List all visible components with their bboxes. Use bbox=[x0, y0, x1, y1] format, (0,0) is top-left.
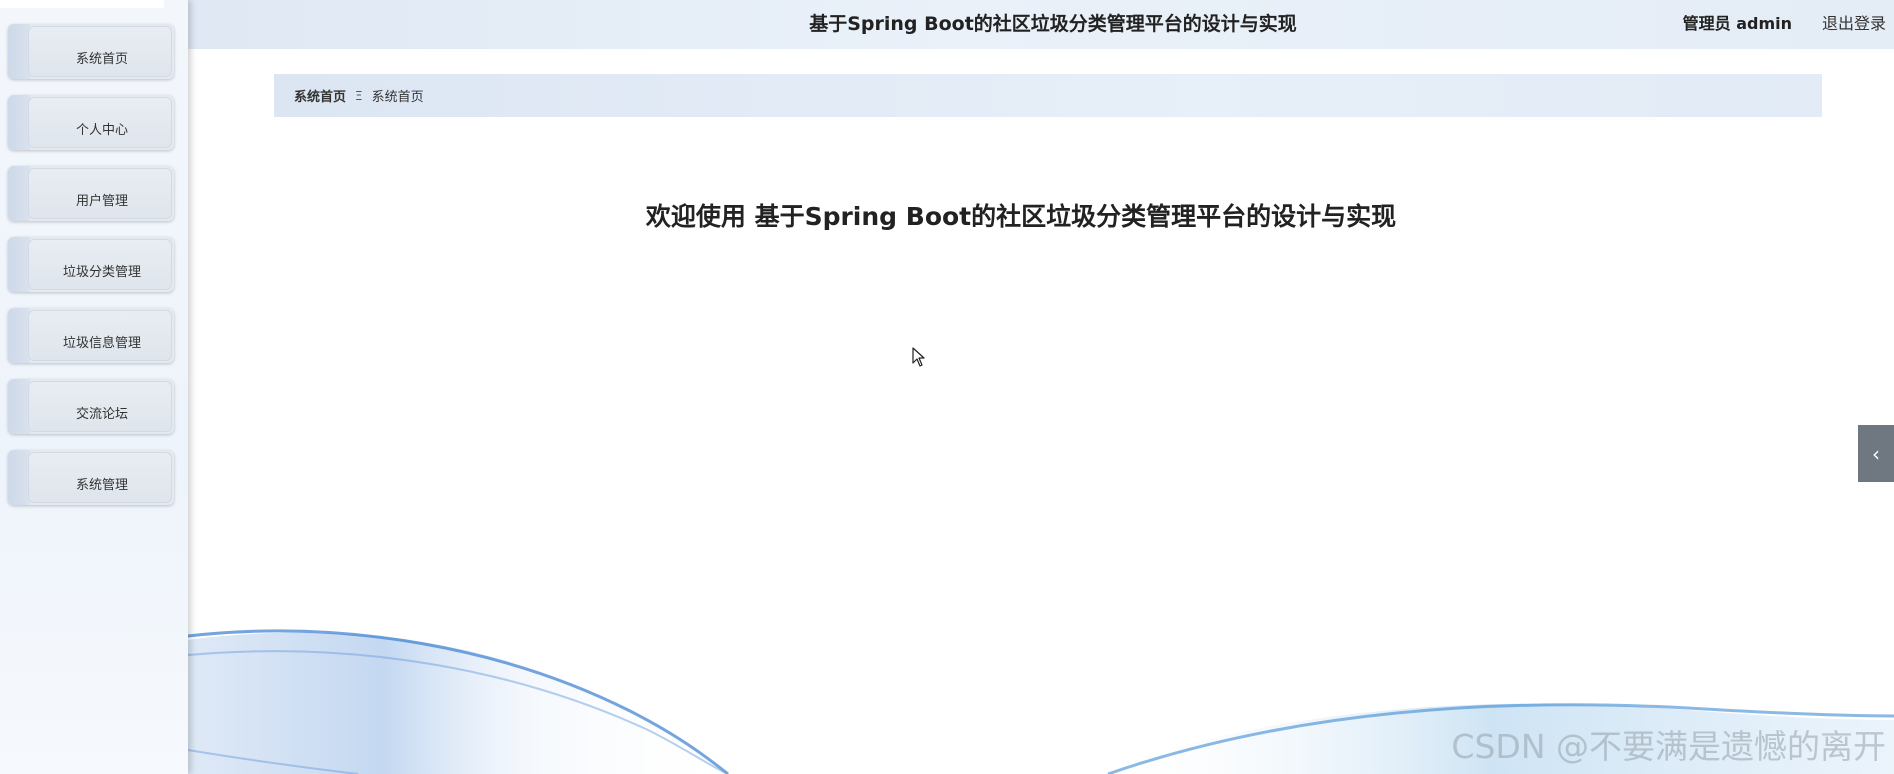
menu-item-edge bbox=[8, 237, 30, 292]
sidebar-item-label: 用户管理 bbox=[75, 194, 128, 209]
breadcrumb: 系统首页 Ξ 系统首页 bbox=[274, 74, 1822, 117]
sidebar-item-label: 垃圾分类管理 bbox=[62, 265, 141, 280]
current-user-label: 管理员 admin bbox=[1682, 14, 1792, 33]
mouse-cursor-icon bbox=[912, 347, 925, 367]
sidebar-item-garbage-category-management[interactable]: 垃圾分类管理 bbox=[8, 237, 174, 292]
sidebar-top-strip bbox=[0, 0, 164, 8]
menu-item-edge bbox=[8, 379, 30, 434]
sidebar-item-system-management[interactable]: 系统管理 bbox=[8, 450, 174, 505]
breadcrumb-current: 系统首页 bbox=[371, 90, 424, 105]
csdn-watermark: CSDN @不要满是遗憾的离开 bbox=[1451, 727, 1886, 766]
chevron-left-icon: ‹ bbox=[1872, 441, 1880, 466]
top-header: 基于Spring Boot的社区垃圾分类管理平台的设计与实现 管理员 admin… bbox=[188, 0, 1894, 49]
logout-link[interactable]: 退出登录 bbox=[1822, 10, 1886, 34]
welcome-message: 欢迎使用 基于Spring Boot的社区垃圾分类管理平台的设计与实现 bbox=[645, 202, 1397, 231]
sidebar: 系统首页 个人中心 用户管理 垃圾分类管理 垃圾信息管理 交流论坛 系统管理 bbox=[0, 0, 188, 774]
sidebar-item-label: 垃圾信息管理 bbox=[62, 336, 141, 351]
app-window: 系统首页 个人中心 用户管理 垃圾分类管理 垃圾信息管理 交流论坛 系统管理 基… bbox=[0, 0, 1894, 774]
sidebar-item-label: 个人中心 bbox=[75, 123, 128, 138]
sidebar-menu: 系统首页 个人中心 用户管理 垃圾分类管理 垃圾信息管理 交流论坛 系统管理 bbox=[8, 24, 174, 521]
sidebar-item-user-management[interactable]: 用户管理 bbox=[8, 166, 174, 221]
sidebar-item-label: 系统首页 bbox=[75, 52, 128, 67]
page-title: 基于Spring Boot的社区垃圾分类管理平台的设计与实现 bbox=[809, 13, 1297, 35]
menu-item-edge bbox=[8, 95, 30, 150]
sidebar-item-personal-center[interactable]: 个人中心 bbox=[8, 95, 174, 150]
sidebar-item-forum[interactable]: 交流论坛 bbox=[8, 379, 174, 434]
breadcrumb-separator-icon: Ξ bbox=[355, 88, 363, 103]
breadcrumb-home-link[interactable]: 系统首页 bbox=[294, 86, 346, 105]
menu-item-edge bbox=[8, 24, 30, 79]
menu-item-edge bbox=[8, 450, 30, 505]
collapse-panel-button[interactable]: ‹ bbox=[1858, 425, 1894, 482]
sidebar-item-garbage-info-management[interactable]: 垃圾信息管理 bbox=[8, 308, 174, 363]
menu-item-edge bbox=[8, 308, 30, 363]
sidebar-item-home[interactable]: 系统首页 bbox=[8, 24, 174, 79]
sidebar-item-label: 系统管理 bbox=[75, 478, 128, 493]
menu-item-edge bbox=[8, 166, 30, 221]
sidebar-item-label: 交流论坛 bbox=[75, 407, 128, 422]
